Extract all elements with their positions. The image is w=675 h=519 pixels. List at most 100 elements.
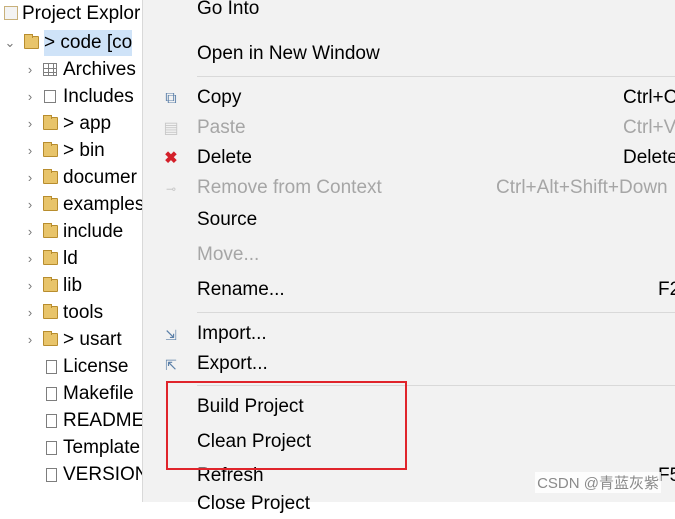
tree-item-label: VERSION	[63, 464, 142, 485]
tree-item-usart[interactable]: › > usart	[0, 327, 142, 353]
chevron-right-icon[interactable]: ›	[24, 192, 36, 218]
import-icon: ⇲	[165, 327, 177, 343]
menu-item-label: Move...	[197, 244, 260, 265]
tree-item-tools[interactable]: › tools	[0, 300, 142, 326]
folder-icon	[43, 196, 58, 211]
watermark: CSDN @青蓝灰紫	[535, 472, 661, 493]
tree-item-bin[interactable]: › > bin	[0, 138, 142, 164]
project-explorer-tab[interactable]: Project Explor	[0, 2, 140, 26]
tree-item-label: > app	[63, 113, 112, 134]
menu-item-label: Delete	[197, 147, 252, 168]
chevron-right-icon[interactable]: ›	[24, 84, 36, 110]
tree-item-code[interactable]: ⌄ > code [co	[0, 30, 142, 56]
menu-item-label: Open in New Window	[197, 43, 380, 64]
tree-item-label: Template	[63, 437, 141, 458]
tree-item-label: documer	[63, 167, 137, 188]
tree-item-label: Includes	[63, 86, 134, 107]
chevron-right-icon[interactable]: ›	[24, 219, 36, 245]
menu-item-source[interactable]: Source	[143, 205, 675, 235]
tree-item-label: > bin	[63, 140, 105, 161]
menu-separator	[197, 312, 675, 313]
file-icon	[46, 468, 57, 482]
tree-item-readme[interactable]: README	[0, 408, 142, 434]
tree-item-lib[interactable]: › lib	[0, 273, 142, 299]
tree-item-examples[interactable]: › examples	[0, 192, 142, 218]
tree-item-label: > usart	[63, 329, 122, 350]
menu-item-delete[interactable]: ✖ Delete Delete	[143, 143, 675, 173]
chevron-right-icon[interactable]: ›	[24, 273, 36, 299]
tree-item-makefile[interactable]: Makefile	[0, 381, 142, 407]
menu-item-label: Paste	[197, 117, 246, 138]
tree-item-label: Makefile	[63, 383, 134, 404]
menu-item-label: Rename...	[197, 279, 285, 300]
tree-item-label: tools	[63, 302, 104, 323]
folder-icon	[43, 304, 58, 319]
tree-item-app[interactable]: › > app	[0, 111, 142, 137]
menu-item-label: Remove from Context	[197, 177, 382, 198]
menu-item-copy[interactable]: ⧉ Copy Ctrl+C	[143, 83, 675, 113]
tree-item-include[interactable]: › include	[0, 219, 142, 245]
tree-item-label: ld	[63, 248, 78, 269]
menu-item-export[interactable]: ⇱ Export...	[143, 349, 675, 379]
file-icon	[46, 387, 57, 401]
folder-icon	[43, 115, 58, 130]
menu-separator	[197, 76, 675, 77]
menu-item-shortcut: Ctrl+C	[623, 87, 675, 108]
menu-item-shortcut: Ctrl+Alt+Shift+Down	[496, 177, 668, 198]
chevron-right-icon[interactable]: ›	[24, 300, 36, 326]
tree-item-documents[interactable]: › documer	[0, 165, 142, 191]
folder-icon	[43, 277, 58, 292]
chevron-right-icon[interactable]: ›	[24, 246, 36, 272]
tree-item-label: include	[63, 221, 124, 242]
chevron-right-icon[interactable]: ›	[24, 165, 36, 191]
folder-icon	[43, 331, 58, 346]
folder-icon	[43, 169, 58, 184]
menu-item-remove-from-context[interactable]: ⊸ Remove from Context Ctrl+Alt+Shift+Dow…	[143, 173, 675, 203]
folder-icon	[43, 142, 58, 157]
menu-item-label: Copy	[197, 87, 242, 108]
menu-item-open-new-window[interactable]: Open in New Window	[143, 39, 675, 69]
chevron-down-icon[interactable]: ⌄	[4, 30, 16, 56]
menu-item-shortcut: Ctrl+V	[623, 117, 675, 138]
tree-item-includes[interactable]: › Includes	[0, 84, 142, 110]
paste-icon: ▤	[163, 120, 179, 137]
tree-item-label: lib	[63, 275, 83, 296]
project-explorer-title: Project Explor	[22, 3, 141, 24]
chevron-right-icon[interactable]: ›	[24, 138, 36, 164]
tree-item-label: examples	[63, 194, 142, 215]
menu-item-paste[interactable]: ▤ Paste Ctrl+V	[143, 113, 675, 143]
project-icon	[24, 34, 39, 49]
project-explorer: Project Explor ⌄ > code [co › Archives ›…	[0, 0, 142, 502]
chevron-right-icon[interactable]: ›	[24, 327, 36, 353]
project-explorer-icon	[4, 6, 18, 20]
tree-item-version[interactable]: VERSION	[0, 462, 142, 488]
menu-item-shortcut: F2	[658, 279, 675, 300]
menu-item-shortcut: Delete	[623, 147, 675, 168]
archive-icon	[43, 63, 57, 76]
menu-item-import[interactable]: ⇲ Import...	[143, 319, 675, 349]
file-icon	[46, 441, 57, 455]
folder-icon	[43, 250, 58, 265]
menu-item-go-into[interactable]: Go Into	[143, 0, 675, 24]
menu-item-close-project[interactable]: Close Project	[143, 489, 675, 519]
menu-item-label: Go Into	[197, 0, 260, 19]
tree-item-label: README	[63, 410, 142, 431]
tree-item-label: > code [co	[44, 30, 133, 56]
tree-item-ld[interactable]: › ld	[0, 246, 142, 272]
menu-item-rename[interactable]: Rename... F2	[143, 275, 675, 305]
menu-item-label: Import...	[197, 323, 267, 344]
menu-item-label: Close Project	[197, 493, 310, 514]
tree-item-template[interactable]: Template	[0, 435, 142, 461]
tree-item-license[interactable]: License	[0, 354, 142, 380]
delete-icon: ✖	[164, 150, 178, 167]
remove-context-icon: ⊸	[165, 182, 177, 196]
tree-item-label: License	[63, 356, 129, 377]
chevron-right-icon[interactable]: ›	[24, 57, 36, 83]
annotation-highlight-box	[166, 381, 407, 470]
tree-item-label: Archives	[63, 59, 136, 80]
chevron-right-icon[interactable]: ›	[24, 111, 36, 137]
menu-item-move[interactable]: Move...	[143, 240, 675, 270]
tree-item-archives[interactable]: › Archives	[0, 57, 142, 83]
includes-icon	[44, 90, 56, 103]
folder-icon	[43, 223, 58, 238]
